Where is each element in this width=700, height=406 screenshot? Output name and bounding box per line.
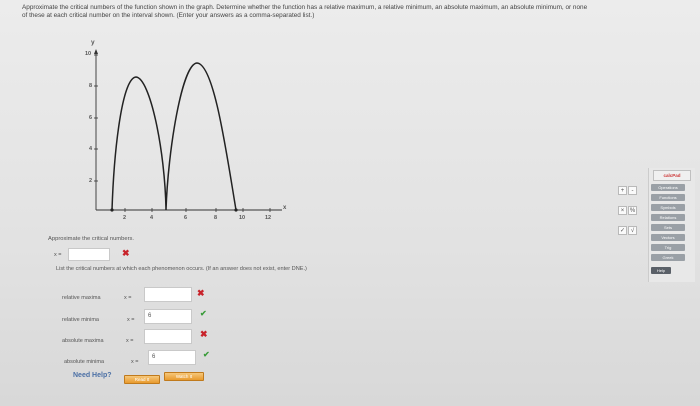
calcpad-trig-button[interactable]: Trig [651, 244, 685, 251]
sqrt-tool-button[interactable]: √ [628, 226, 637, 235]
x-axis-label: x [283, 205, 287, 211]
row-prefix: x = [124, 295, 132, 301]
calcpad-panel: calcPad Operations Functions Symbols Rel… [648, 168, 695, 282]
row-label-absolute-maxima: absolute maxima [62, 338, 104, 344]
watch-it-button[interactable]: Watch It [164, 372, 204, 381]
incorrect-icon: ✖ [197, 288, 205, 298]
check-tool-button[interactable]: ✓ [618, 226, 627, 235]
row-label-absolute-minima: absolute minima [64, 359, 105, 365]
calcpad-greek-button[interactable]: Greek [651, 254, 685, 261]
row-prefix: x = [131, 359, 139, 365]
relative-minima-input[interactable]: 6 [144, 309, 192, 324]
critical-numbers-input[interactable] [68, 248, 110, 261]
x-tick-label: 2 [123, 215, 127, 221]
calcpad-functions-button[interactable]: Functions [651, 194, 685, 201]
calcpad-symbols-button[interactable]: Symbols [651, 204, 685, 211]
read-it-button[interactable]: Read It [124, 375, 160, 384]
critical-heading: Approximate the critical numbers. [48, 236, 135, 242]
endpoint-right [234, 208, 238, 212]
function-curve [111, 62, 237, 211]
x-tick-label: 8 [214, 215, 218, 221]
row-prefix: x = [126, 338, 134, 344]
correct-icon: ✔ [200, 309, 207, 318]
y-tick-label: 6 [89, 115, 93, 121]
y-tick-label: 8 [89, 83, 93, 89]
calcpad-relations-button[interactable]: Relations [651, 214, 685, 221]
minus-tool-button[interactable]: - [628, 186, 637, 195]
times-tool-button[interactable]: × [618, 206, 627, 215]
endpoint-left [110, 208, 114, 212]
y-axis-arrow [94, 49, 98, 54]
list-heading: List the critical numbers at which each … [56, 266, 307, 272]
row-label-relative-minima: relative minima [62, 317, 99, 323]
x-tick-label: 6 [184, 215, 188, 221]
incorrect-icon: ✖ [122, 248, 130, 258]
incorrect-icon: ✖ [200, 329, 208, 339]
absolute-maxima-input[interactable] [144, 329, 192, 344]
x-tick-label: 10 [239, 215, 246, 221]
x-tick-label: 12 [265, 215, 272, 221]
y-tick-label: 2 [89, 178, 93, 184]
calcpad-sets-button[interactable]: Sets [651, 224, 685, 231]
function-graph [94, 49, 282, 212]
calcpad-title[interactable]: calcPad [653, 170, 691, 181]
correct-icon: ✔ [203, 350, 210, 359]
critical-prefix: x = [54, 252, 62, 258]
row-label-relative-maxima: relative maxima [62, 295, 101, 301]
row-prefix: x = [127, 317, 135, 323]
y-axis-label: y [91, 39, 95, 46]
calcpad-vectors-button[interactable]: Vectors [651, 234, 685, 241]
calcpad-help-button[interactable]: Help [651, 267, 671, 274]
calcpad-operations-button[interactable]: Operations [651, 184, 685, 191]
y-tick-label: 4 [89, 146, 93, 152]
relative-maxima-input[interactable] [144, 287, 192, 302]
x-tick-label: 4 [150, 215, 154, 221]
absolute-minima-input[interactable]: 6 [148, 350, 196, 365]
need-help-label: Need Help? [73, 372, 112, 379]
percent-tool-button[interactable]: % [628, 206, 637, 215]
y-tick-label: 10 [85, 51, 92, 57]
plus-tool-button[interactable]: + [618, 186, 627, 195]
